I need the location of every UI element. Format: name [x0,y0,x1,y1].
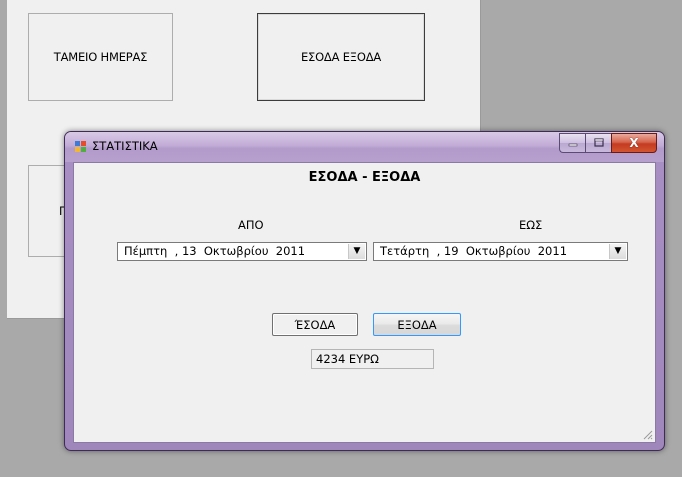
dialog-heading: ΕΣΟΔΑ - ΕΞΟΔΑ [308,170,421,185]
income-expense-button[interactable]: ΕΣΟΔΑ ΕΞΟΔΑ [257,13,425,101]
expense-button[interactable]: ΕΞΟΔΑ [373,313,461,336]
income-expense-button-label: ΕΣΟΔΑ ΕΞΟΔΑ [300,50,382,64]
maximize-icon [593,138,604,147]
minimize-icon [568,143,577,147]
chevron-down-icon: ▼ [614,246,622,256]
to-date-picker[interactable]: Τετάρτη , 19 Οκτωβρίου 2011 ▼ [373,242,628,261]
close-button[interactable]: X [611,133,657,153]
minimize-button[interactable] [559,133,585,153]
to-date-dropdown[interactable]: ▼ [609,244,626,259]
from-label: ΑΠΟ [238,218,264,232]
result-value: 4234 ΕΥΡΩ [316,352,379,366]
from-date-value: Πέμπτη , 13 Οκτωβρίου 2011 [124,244,306,258]
title-bar[interactable]: ΣΤΑΤΙΣΤΙΚΑ X [65,132,664,162]
window-title: ΣΤΑΤΙΣΤΙΚΑ [92,139,158,153]
maximize-button[interactable] [585,133,611,153]
to-label: ΕΩΣ [519,218,543,232]
income-button-label: ΈΣΟΔΑ [294,317,336,332]
expense-button-label: ΕΞΟΔΑ [397,317,437,332]
cashier-day-button-label: ΤΑΜΕΙΟ ΗΜΕΡΑΣ [53,50,148,64]
dialog-client-area: ΕΣΟΔΑ - ΕΞΟΔΑ ΑΠΟ ΕΩΣ Πέμπτη , 13 Οκτωβρ… [73,162,656,443]
from-date-picker[interactable]: Πέμπτη , 13 Οκτωβρίου 2011 ▼ [117,242,367,261]
from-date-dropdown[interactable]: ▼ [348,244,365,259]
chevron-down-icon: ▼ [353,246,361,256]
resize-grip-icon[interactable] [641,428,653,440]
cashier-day-button[interactable]: ΤΑΜΕΙΟ ΗΜΕΡΑΣ [28,13,173,101]
income-button[interactable]: ΈΣΟΔΑ [272,313,358,336]
statistics-dialog: ΣΤΑΤΙΣΤΙΚΑ X ΕΣΟΔΑ - ΕΞΟΔΑ ΑΠΟ ΕΩΣ Πέμπτ… [64,131,665,451]
close-icon: X [629,136,639,150]
to-date-value: Τετάρτη , 19 Οκτωβρίου 2011 [380,244,568,258]
caption-buttons: X [559,133,657,153]
app-icon [75,141,86,152]
result-field: 4234 ΕΥΡΩ [311,349,434,369]
